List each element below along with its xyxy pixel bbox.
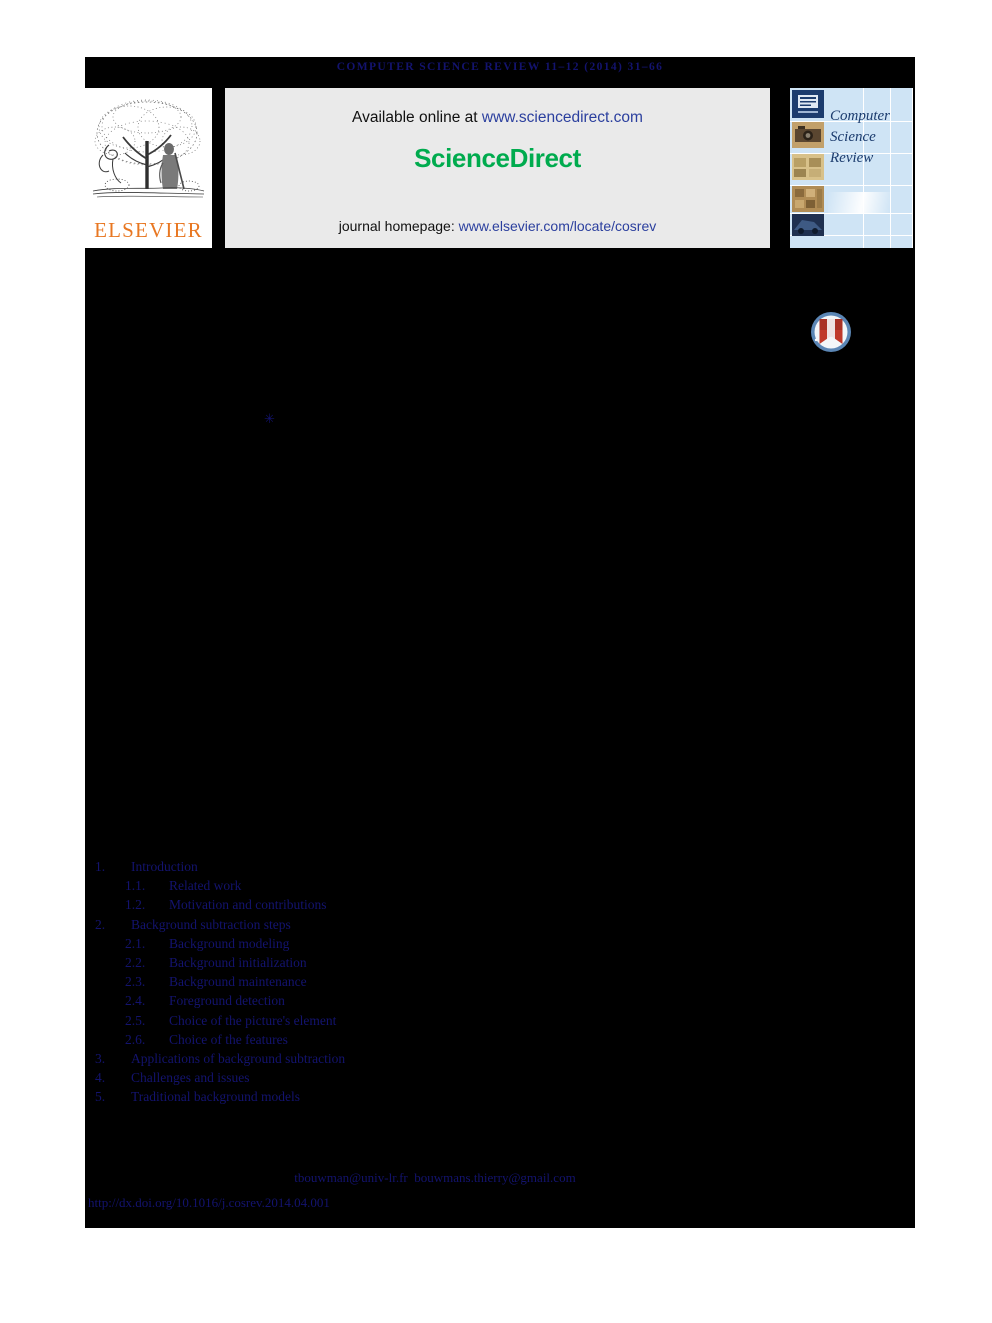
toc-item[interactable]: 1. Introduction: [95, 859, 795, 878]
toc-item-number: 5.: [95, 1089, 106, 1105]
toc-item-number: 2.3.: [125, 974, 146, 990]
toc-item-label: Traditional background models: [131, 1089, 300, 1105]
toc-item[interactable]: 2.3. Background maintenance: [95, 974, 795, 993]
elsevier-wordmark: ELSEVIER: [94, 218, 203, 242]
toc-item[interactable]: 1.2. Motivation and contributions: [95, 897, 795, 916]
journal-homepage-link[interactable]: www.elsevier.com/locate/cosrev: [459, 218, 657, 234]
toc-item-number: 4.: [95, 1070, 106, 1086]
sciencedirect-link[interactable]: www.sciencedirect.com: [482, 109, 643, 126]
toc-item[interactable]: 1.1. Related work: [95, 878, 795, 897]
available-online-line: Available online at www.sciencedirect.co…: [225, 109, 770, 127]
sciencedirect-banner: Available online at www.sciencedirect.co…: [225, 88, 770, 248]
toc-item-label: Background subtraction steps: [131, 916, 291, 932]
toc-item[interactable]: 2.6. Choice of the features: [95, 1032, 795, 1051]
crossmark-badge[interactable]: [809, 310, 853, 354]
toc-item[interactable]: 4. Challenges and issues: [95, 1070, 795, 1089]
toc-item-number: 1.1.: [125, 878, 146, 894]
toc-item[interactable]: 2.2. Background initialization: [95, 955, 795, 974]
journal-masthead: ELSEVIER Available online at www.science…: [85, 88, 915, 248]
cover-publisher-mark: [792, 90, 824, 118]
toc-item-label: Motivation and contributions: [169, 897, 327, 913]
toc-item-number: 2.4.: [125, 993, 146, 1009]
cover-sheen: [828, 192, 890, 214]
toc-item-label: Background maintenance: [169, 974, 307, 990]
cover-thumbnail-circuit: [792, 186, 824, 212]
cover-thumbnail-machine: [792, 214, 824, 240]
toc-item-label: Choice of the picture's element: [169, 1012, 337, 1028]
toc-item-label: Foreground detection: [169, 993, 285, 1009]
toc-item[interactable]: 3. Applications of background subtractio…: [95, 1051, 795, 1070]
toc-item-number: 2.: [95, 916, 106, 932]
running-head: COMPUTER SCIENCE REVIEW 11–12 (2014) 31–…: [336, 61, 664, 73]
toc-item-number: 2.1.: [125, 935, 146, 951]
document-page: COMPUTER SCIENCE REVIEW 11–12 (2014) 31–…: [85, 57, 915, 1228]
toc-item-label: Related work: [169, 878, 242, 894]
toc-item-number: 2.5.: [125, 1012, 146, 1028]
toc-item-number: 2.6.: [125, 1031, 146, 1047]
toc-item[interactable]: 2.5. Choice of the picture's element: [95, 1013, 795, 1032]
journal-cover-thumbnail: Computer Science Review: [790, 88, 913, 248]
cover-thumbnail-camera: [792, 122, 824, 148]
email-secondary[interactable]: bouwmans.thierry@gmail.com: [414, 1170, 575, 1185]
journal-homepage-prefix: journal homepage:: [338, 218, 459, 234]
cover-thumbnail-devices: [792, 154, 824, 180]
cover-title-line-1: Computer: [830, 108, 890, 124]
toc-item-number: 1.2.: [125, 897, 146, 913]
toc-item-number: 1.: [95, 859, 106, 874]
table-of-contents: 1. Introduction 1.1. Related work 1.2. M…: [95, 859, 795, 1108]
toc-item-label: Choice of the features: [169, 1031, 288, 1047]
elsevier-tree-icon: [89, 93, 208, 211]
toc-item[interactable]: 5. Traditional background models: [95, 1089, 795, 1108]
sciencedirect-wordmark: ScienceDirect: [414, 143, 581, 173]
toc-item[interactable]: 2. Background subtraction steps: [95, 917, 795, 936]
toc-item-number: 3.: [95, 1050, 106, 1066]
doi-link[interactable]: http://dx.doi.org/10.1016/j.cosrev.2014.…: [88, 1195, 330, 1211]
toc-item-label: Introduction: [131, 859, 198, 874]
available-online-prefix: Available online at: [352, 109, 482, 126]
toc-item[interactable]: 2.4. Foreground detection: [95, 993, 795, 1012]
cover-title-line-3: Review: [830, 150, 874, 166]
corresponding-author-emails: tbouwman@univ-lr.fr bouwmans.thierry@gma…: [85, 1170, 785, 1186]
journal-homepage-line: journal homepage: www.elsevier.com/locat…: [225, 218, 770, 234]
elsevier-logo: ELSEVIER: [85, 88, 212, 248]
toc-item-label: Background modeling: [169, 935, 290, 951]
footnote-asterisk-icon: ✳: [264, 411, 275, 426]
cover-title: Computer Science Review: [830, 106, 912, 169]
email-primary[interactable]: tbouwman@univ-lr.fr: [294, 1170, 407, 1185]
toc-item-label: Challenges and issues: [131, 1070, 250, 1086]
toc-item[interactable]: 2.1. Background modeling: [95, 936, 795, 955]
toc-item-label: Background initialization: [169, 954, 307, 970]
toc-item-label: Applications of background subtraction: [131, 1050, 346, 1066]
cover-title-line-2: Science: [830, 129, 876, 145]
toc-item-number: 2.2.: [125, 954, 146, 970]
